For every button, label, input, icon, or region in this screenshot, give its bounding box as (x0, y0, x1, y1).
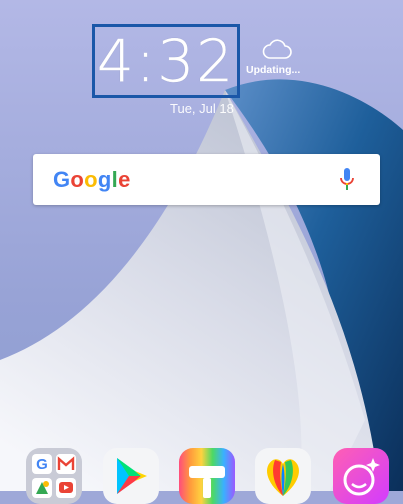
microphone-icon[interactable] (340, 167, 354, 192)
weather-status: Updating... (246, 64, 301, 76)
google-apps-folder-icon[interactable]: G (26, 448, 82, 504)
clock-date: Tue, Jul 18 (170, 101, 234, 116)
google-logo-letter: g (97, 166, 112, 192)
google-logo-letter: o (84, 166, 98, 192)
svg-text:G: G (36, 456, 48, 473)
photo-gallery-icon[interactable] (255, 448, 311, 504)
google-logo-letter: o (70, 166, 85, 192)
google-logo: Google (53, 167, 131, 193)
cloud-icon (262, 39, 292, 59)
weather-widget[interactable]: Updating... (246, 38, 316, 76)
clock-widget[interactable]: 4:32 (92, 24, 240, 98)
play-store-icon[interactable] (103, 448, 159, 504)
google-logo-letter: e (118, 166, 131, 192)
selfie-camera-icon[interactable] (333, 448, 389, 504)
theme-roller-icon[interactable] (179, 448, 235, 504)
google-search-bar[interactable]: Google (33, 154, 380, 205)
clock-time: 4:32 (96, 27, 236, 95)
google-logo-letter: G (53, 166, 71, 192)
app-dock: G (0, 440, 403, 504)
